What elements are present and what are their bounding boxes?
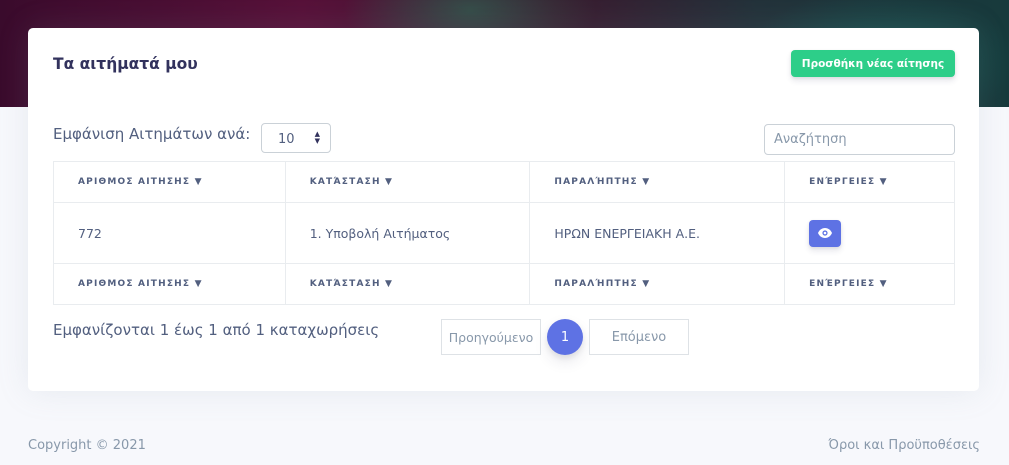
table-footer-row: ΑΡΙΘΜΟΣ ΑΙΤΗΣΗΣ ▼ ΚΑΤΆΣΤΑΣΗ ▼ ΠΑΡΑΛΉΠΤΗΣ… bbox=[53, 263, 955, 305]
pagination-page-1[interactable]: 1 bbox=[547, 319, 583, 355]
footer-header-actions: ΕΝΈΡΓΕΙΕΣ ▼ bbox=[784, 263, 955, 305]
page-length-value: 10 bbox=[278, 132, 295, 147]
cell-actions bbox=[784, 202, 955, 264]
add-request-button[interactable]: Προσθήκη νέας αίτησης bbox=[791, 50, 955, 77]
table-info: Εμφανίζονται 1 έως 1 από 1 καταχωρήσεις bbox=[53, 321, 380, 339]
view-request-button[interactable] bbox=[809, 219, 842, 247]
search-input[interactable] bbox=[764, 124, 955, 155]
footer-header-recipient: ΠΑΡΑΛΉΠΤΗΣ ▼ bbox=[529, 263, 786, 305]
table-row: 772 1. Υποβολή Αιτήματος ΗΡΩΝ ΕΝΕΡΓΕΙΑΚΗ… bbox=[53, 202, 955, 264]
terms-link[interactable]: Όροι και Προϋποθέσεις bbox=[828, 438, 980, 453]
requests-table: ΑΡΙΘΜΟΣ ΑΙΤΗΣΗΣ ▼ ΚΑΤΆΣΤΑΣΗ ▼ ΠΑΡΑΛΉΠΤΗΣ… bbox=[53, 161, 955, 305]
column-header-recipient[interactable]: ΠΑΡΑΛΉΠΤΗΣ ▼ bbox=[529, 161, 786, 203]
column-header-request-number[interactable]: ΑΡΙΘΜΟΣ ΑΙΤΗΣΗΣ ▼ bbox=[53, 161, 286, 203]
cell-request-number: 772 bbox=[53, 202, 286, 264]
footer-header-request-number: ΑΡΙΘΜΟΣ ΑΙΤΗΣΗΣ ▼ bbox=[53, 263, 286, 305]
page-length-label: Εμφάνιση Αιτημάτων ανά: bbox=[53, 125, 251, 143]
page-length-select[interactable]: 10 ▲ ▼ bbox=[261, 123, 331, 153]
column-header-status[interactable]: ΚΑΤΆΣΤΑΣΗ ▼ bbox=[284, 161, 531, 203]
column-header-actions[interactable]: ΕΝΈΡΓΕΙΕΣ ▼ bbox=[784, 161, 955, 203]
requests-card: Τα αιτήματά μου Προσθήκη νέας αίτησης Εμ… bbox=[28, 28, 979, 391]
pagination-previous[interactable]: Προηγούμενο bbox=[441, 319, 541, 355]
table-header-row: ΑΡΙΘΜΟΣ ΑΙΤΗΣΗΣ ▼ ΚΑΤΆΣΤΑΣΗ ▼ ΠΑΡΑΛΉΠΤΗΣ… bbox=[53, 161, 955, 203]
sort-arrows-icon: ▲ ▼ bbox=[314, 130, 320, 145]
pagination-next[interactable]: Επόμενο bbox=[589, 319, 689, 355]
copyright-text: Copyright © 2021 bbox=[28, 438, 146, 453]
eye-icon bbox=[818, 228, 833, 238]
cell-recipient: ΗΡΩΝ ΕΝΕΡΓΕΙΑΚΗ Α.Ε. bbox=[529, 202, 786, 264]
footer-header-status: ΚΑΤΆΣΤΑΣΗ ▼ bbox=[284, 263, 531, 305]
cell-status: 1. Υποβολή Αιτήματος bbox=[284, 202, 531, 264]
card-title: Τα αιτήματά μου bbox=[53, 55, 198, 73]
